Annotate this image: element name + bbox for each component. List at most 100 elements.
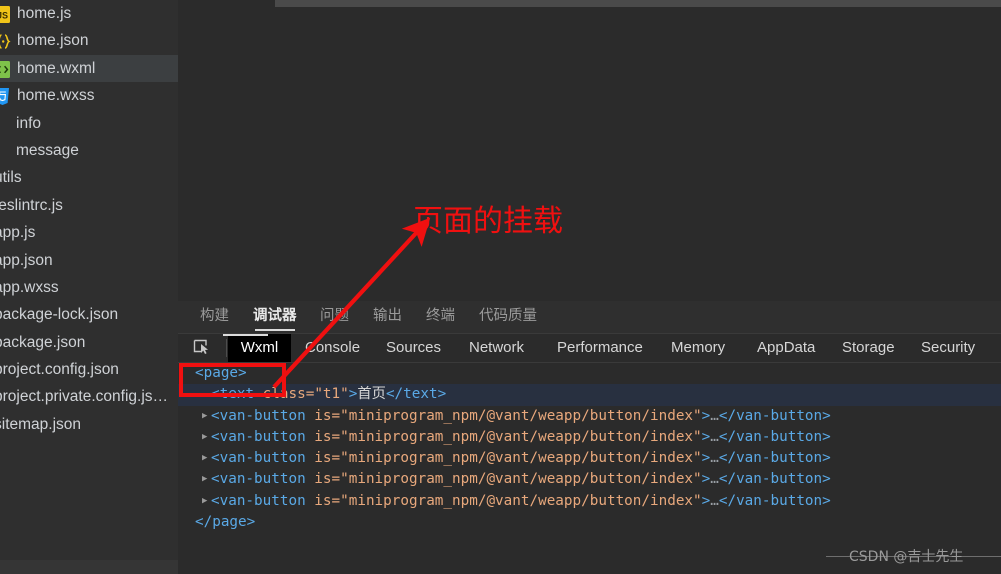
expand-triangle-icon[interactable]: ▶ bbox=[202, 448, 211, 469]
explorer-file-name: package.json bbox=[0, 333, 86, 351]
wxml-tree-node[interactable]: ▶ <van-button is="miniprogram_npm/@vant/w… bbox=[178, 406, 1001, 427]
wxml-tree-node[interactable]: ▶ <van-button is="miniprogram_npm/@vant/w… bbox=[178, 448, 1001, 469]
wxml-collapsed-ellipsis: … bbox=[710, 492, 719, 509]
explorer-file-row[interactable]: message bbox=[0, 137, 178, 164]
expand-triangle-icon[interactable]: ▶ bbox=[202, 491, 211, 512]
wxml-attr-value: "miniprogram_npm/@vant/weapp/button/inde… bbox=[340, 407, 702, 424]
ide-tab-label: 输出 bbox=[373, 308, 402, 324]
wxml-attr-value: "miniprogram_npm/@vant/weapp/button/inde… bbox=[340, 428, 702, 445]
wxml-tree-node[interactable]: ▶ <van-button is="miniprogram_npm/@vant/w… bbox=[178, 491, 1001, 512]
ide-tab-active-underline bbox=[255, 329, 295, 331]
wxml-tag-open: <van-button bbox=[211, 450, 315, 467]
ide-tab-4[interactable]: 输出 bbox=[373, 301, 402, 333]
wxml-tag-close: </van-button> bbox=[718, 428, 831, 445]
ide-tab-2[interactable]: 调试器 bbox=[253, 301, 297, 333]
ide-tab-5[interactable]: 终端 bbox=[426, 301, 455, 333]
ide-tab-6[interactable]: 代码质量 bbox=[479, 301, 537, 333]
ide-panel-tabbar[interactable]: 构建 调试器 问题 输出 终端 代码质量 bbox=[178, 301, 1001, 333]
wxml-element-tree[interactable]: <page> <text class="t1">首页</text> ▶ <van-bu… bbox=[178, 363, 1001, 560]
ide-tab-3[interactable]: 问题 bbox=[320, 301, 349, 333]
wxml-text-content: 首页 bbox=[357, 386, 386, 403]
wxml-tag-name: </page> bbox=[195, 514, 256, 531]
wxml-tree-node[interactable]: ▶ <van-button is="miniprogram_npm/@vant/w… bbox=[178, 469, 1001, 490]
explorer-file-row[interactable]: app.json bbox=[0, 247, 178, 274]
explorer-file-row[interactable]: package.json bbox=[0, 329, 178, 356]
devtools-tab-security[interactable]: Security bbox=[921, 334, 975, 362]
explorer-file-row[interactable]: home.wxml bbox=[0, 54, 178, 83]
wxml-tree-node[interactable]: </page> bbox=[178, 512, 1001, 533]
explorer-file-name: app.json bbox=[0, 251, 53, 269]
wxml-tag-open: <van-button bbox=[211, 407, 315, 424]
explorer-file-row[interactable]: project.private.config.js… bbox=[0, 383, 178, 410]
wxml-tag-close: </van-button> bbox=[718, 492, 831, 509]
explorer-file-row[interactable]: package-lock.json bbox=[0, 301, 178, 328]
wxml-collapsed-ellipsis: … bbox=[710, 407, 719, 424]
explorer-file-row[interactable]: app.wxss bbox=[0, 274, 178, 301]
wxml-attr-value: "miniprogram_npm/@vant/weapp/button/inde… bbox=[340, 492, 702, 509]
devtools-tabbar[interactable]: Wxml Console Sources Network Performance Memo… bbox=[178, 334, 1001, 362]
ide-tab-1[interactable]: 构建 bbox=[200, 301, 229, 333]
explorer-file-row[interactable]: info bbox=[0, 110, 178, 137]
explorer-file-name: message bbox=[16, 141, 79, 159]
explorer-file-row[interactable]: project.config.json bbox=[0, 356, 178, 383]
expand-triangle-icon[interactable]: ▶ bbox=[202, 469, 211, 490]
explorer-file-row[interactable]: home.wxss bbox=[0, 82, 178, 109]
active-tab-underline bbox=[223, 334, 268, 336]
wxml-attr-value: "miniprogram_npm/@vant/weapp/button/inde… bbox=[340, 471, 702, 488]
wxml-tree-node[interactable]: ▶ <van-button is="miniprogram_npm/@vant/w… bbox=[178, 427, 1001, 448]
explorer-file-row[interactable]: app.js bbox=[0, 219, 178, 246]
devtools-tab-console[interactable]: Console bbox=[305, 334, 360, 362]
wxml-tag-gt: > bbox=[701, 471, 711, 488]
ide-tab-label: 调试器 bbox=[253, 308, 297, 324]
expand-triangle-icon[interactable]: ▶ bbox=[202, 406, 211, 427]
explorer-file-name: app.js bbox=[0, 224, 36, 242]
wxml-collapsed-ellipsis: … bbox=[710, 471, 719, 488]
explorer-file-name: .eslintrc.js bbox=[0, 196, 63, 214]
explorer-file-row[interactable]: JS home.js bbox=[0, 0, 178, 27]
top-toolbar-strip bbox=[275, 0, 1001, 7]
devtools-tab-sources[interactable]: Sources bbox=[386, 334, 441, 362]
explorer-file-name: utils bbox=[0, 169, 22, 187]
app-window: JS home.js home.json home.wxml home.wxss info… bbox=[0, 0, 1001, 574]
wxml-tree-node[interactable]: <text class="t1">首页</text> bbox=[178, 384, 1001, 406]
devtools-tab-memory[interactable]: Memory bbox=[671, 334, 725, 362]
wxml-tag-gt: > bbox=[701, 492, 711, 509]
wxml-tag-close: </text> bbox=[385, 386, 447, 403]
wxss-file-icon bbox=[0, 87, 11, 106]
devtools-tab-appdata[interactable]: AppData bbox=[757, 334, 815, 362]
watermark-text: CSDN @吉士先生 bbox=[849, 549, 964, 565]
annotation-note-text: 页面的挂载 bbox=[413, 204, 563, 239]
json-file-icon bbox=[0, 32, 11, 51]
wxml-attr-name: is= bbox=[314, 471, 341, 488]
wxml-tag-gt: > bbox=[701, 450, 711, 467]
devtools-tab-network[interactable]: Network bbox=[469, 334, 524, 362]
expand-triangle-icon[interactable]: ▶ bbox=[202, 427, 211, 448]
explorer-file-row[interactable]: sitemap.json bbox=[0, 411, 178, 438]
file-explorer-panel[interactable]: JS home.js home.json home.wxml home.wxss info… bbox=[0, 0, 178, 560]
wxml-attr-name: is= bbox=[314, 492, 341, 509]
wxml-collapsed-ellipsis: … bbox=[710, 428, 719, 445]
explorer-file-row[interactable]: utils bbox=[0, 164, 178, 191]
wxml-tag-gt: > bbox=[701, 428, 711, 445]
wxml-tag-open: <van-button bbox=[211, 492, 315, 509]
explorer-file-name: info bbox=[16, 114, 41, 132]
explorer-file-name: home.js bbox=[17, 5, 72, 22]
devtools-tab-storage[interactable]: Storage bbox=[842, 334, 895, 362]
svg-text:JS: JS bbox=[0, 11, 8, 21]
devtools-tab-performance[interactable]: Performance bbox=[557, 334, 643, 362]
wxml-collapsed-ellipsis: … bbox=[710, 450, 719, 467]
devtools-tab-wxml[interactable]: Wxml bbox=[228, 334, 291, 362]
inspect-element-icon[interactable] bbox=[193, 339, 213, 357]
wxml-tree-node[interactable]: <page> bbox=[178, 363, 1001, 384]
annotation-highlight-box bbox=[179, 363, 286, 397]
explorer-file-name: package-lock.json bbox=[0, 306, 119, 324]
wxml-attr-value: "miniprogram_npm/@vant/weapp/button/inde… bbox=[340, 450, 702, 467]
explorer-file-name: home.wxml bbox=[17, 59, 96, 77]
toolbar-divider bbox=[226, 339, 227, 357]
explorer-file-row[interactable]: home.json bbox=[0, 27, 178, 54]
ide-tab-label: 代码质量 bbox=[479, 308, 537, 324]
explorer-file-name: project.private.config.js… bbox=[0, 388, 169, 406]
explorer-file-row[interactable]: .eslintrc.js bbox=[0, 192, 178, 219]
ide-tab-label: 构建 bbox=[200, 308, 229, 324]
wxml-attr-value: "t1" bbox=[314, 386, 349, 403]
